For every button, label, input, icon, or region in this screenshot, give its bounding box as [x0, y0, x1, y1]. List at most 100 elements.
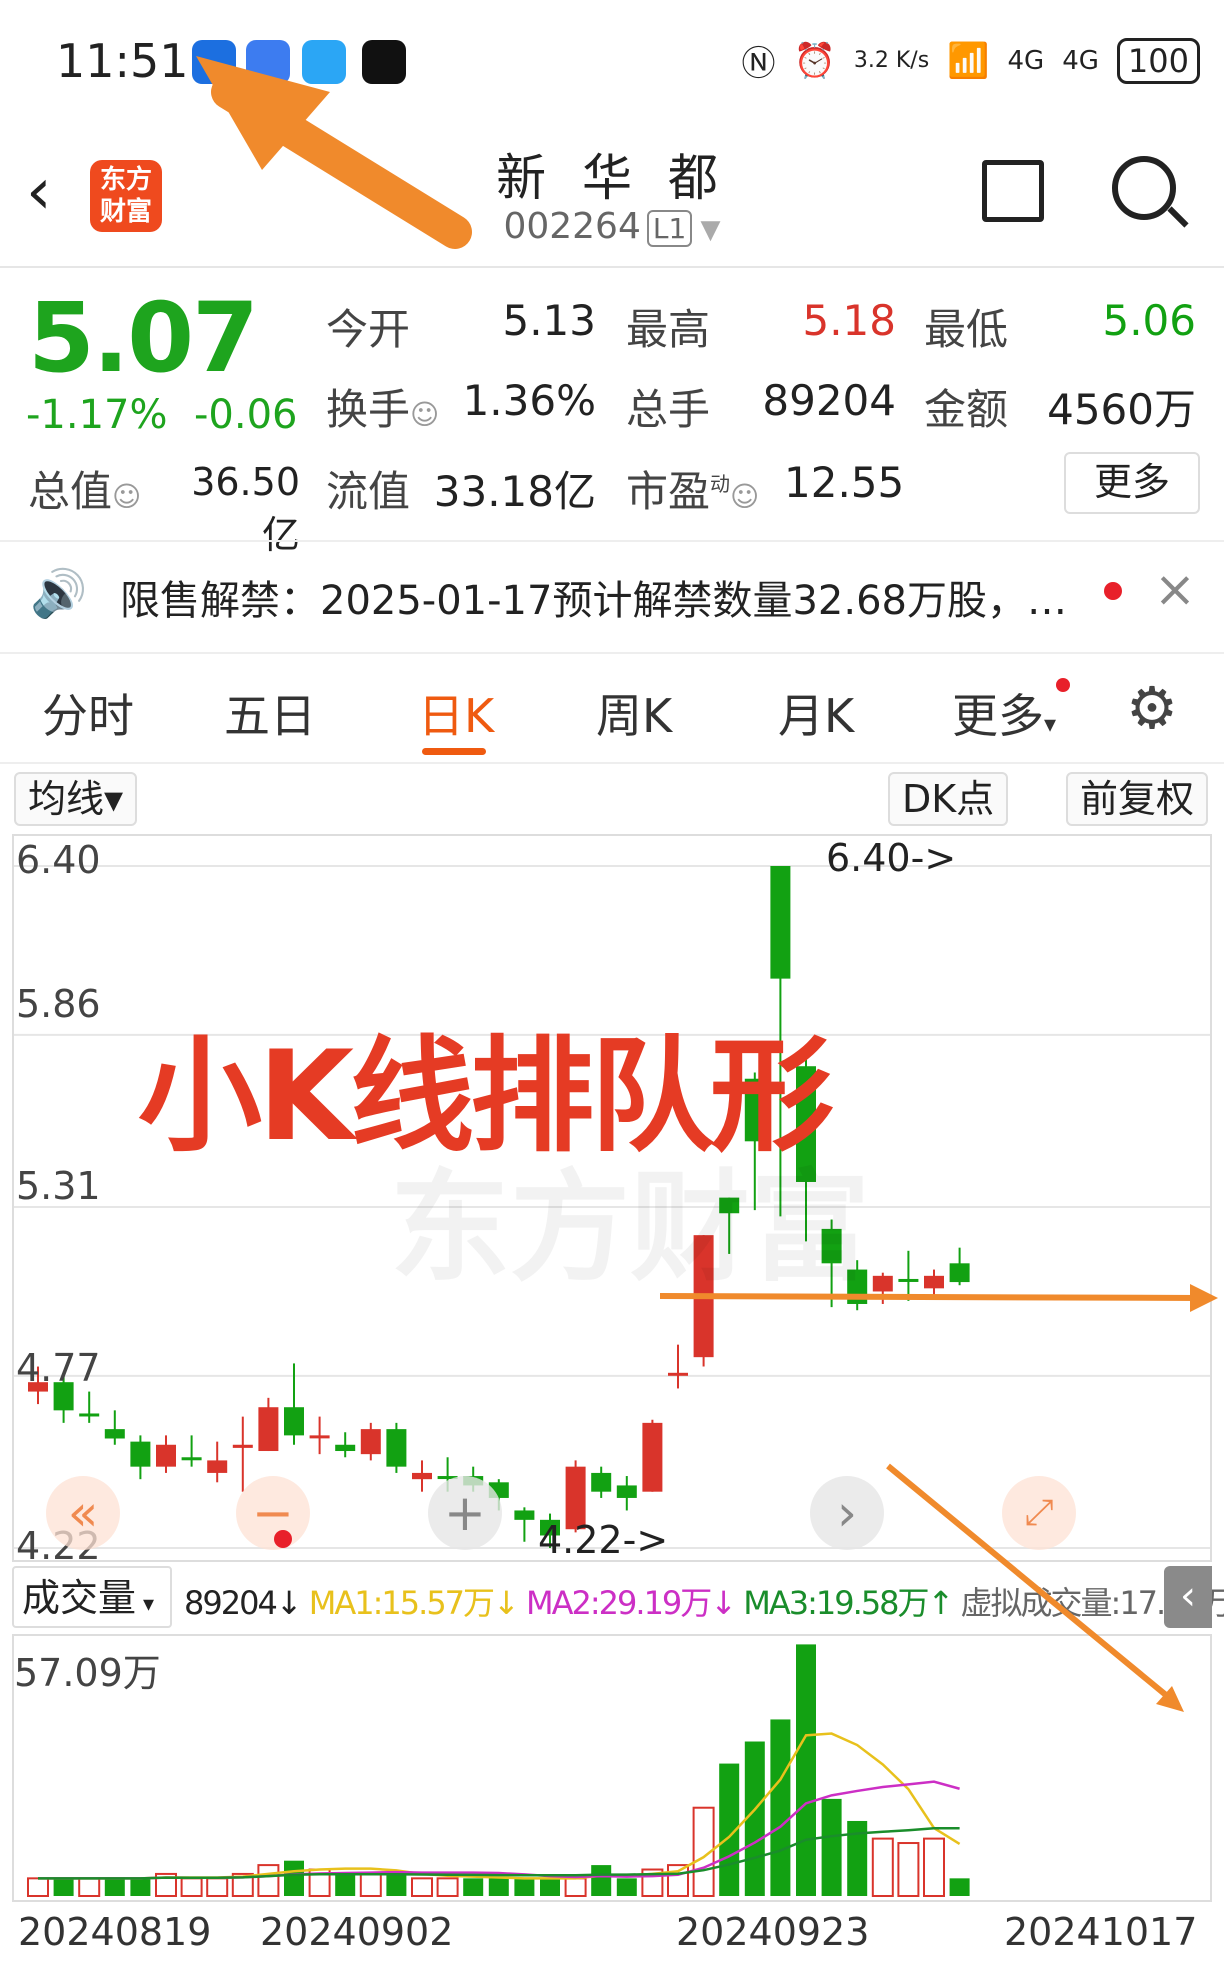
stock-header: ‹ 东方 财富 新 华 都 002264 L1 ▼ — [0, 130, 1224, 268]
more-button[interactable]: 更多 — [1064, 452, 1200, 514]
volume-bar — [796, 1644, 816, 1896]
candle-body — [181, 1457, 202, 1461]
volume-bar — [104, 1878, 125, 1896]
app-notification-icon — [192, 40, 236, 84]
volume-svg — [27, 1644, 970, 1898]
turnover-value: 1.36% — [462, 376, 596, 425]
signal-1: 4G — [1007, 45, 1045, 76]
volume-bar — [591, 1865, 612, 1896]
net-speed: 3.2 K/s — [853, 47, 930, 73]
scroll-left-icon[interactable]: « — [46, 1476, 120, 1550]
candle-body — [232, 1444, 253, 1448]
candle-body — [309, 1435, 330, 1439]
volume-bar — [897, 1842, 920, 1898]
share-icon[interactable] — [982, 160, 1044, 222]
unread-dot — [1104, 582, 1122, 600]
candle-body — [412, 1472, 432, 1480]
settings-gear-icon[interactable]: ⚙ — [1126, 674, 1178, 742]
pe-value: 12.55 — [784, 458, 905, 507]
nfc-icon: Ⓝ — [741, 44, 776, 84]
volume-bar — [257, 1864, 280, 1898]
zoom-out-icon[interactable]: − — [236, 1476, 310, 1550]
adjust-button[interactable]: 前复权 — [1066, 772, 1209, 826]
volume-bar — [463, 1878, 484, 1896]
pe-label: 市盈动☺ — [626, 467, 760, 516]
active-tab-indicator — [422, 748, 486, 755]
dk-point-button[interactable]: DK点 — [888, 772, 1009, 826]
fullscreen-icon[interactable]: ⤢ — [1002, 1476, 1076, 1550]
dropdown-icon: ▼ — [692, 215, 721, 245]
status-bar: 11:51 Ⓝ ⏰ 3.2 K/s 📶 4G 4G 100 — [0, 0, 1224, 120]
volume-legend: 成交量 ▾ 89204↓ MA1:15.57万↓ MA2:29.19万↓ MA3… — [12, 1566, 1224, 1630]
low-marker-label: 4.22-> — [538, 1518, 669, 1562]
volume-bar — [386, 1873, 407, 1896]
candle-body — [258, 1407, 279, 1452]
candle-body — [360, 1429, 381, 1455]
tab-five-day[interactable]: 五日 — [224, 680, 316, 746]
tab-intraday[interactable]: 分时 — [42, 680, 134, 746]
amount-value: 4560万 — [1047, 385, 1196, 434]
tab-daily-k[interactable]: 日K — [418, 680, 494, 746]
open-label: 今开 — [326, 305, 411, 354]
volume-label: 总手 — [626, 385, 711, 434]
scroll-right-icon[interactable]: › — [810, 1476, 884, 1550]
volume-bar — [770, 1719, 791, 1896]
volume-bar — [667, 1864, 689, 1898]
x-tick: 20240902 — [260, 1910, 454, 1954]
tab-monthly-k[interactable]: 月K — [778, 680, 854, 746]
wifi-icon: 📶 — [947, 40, 990, 81]
x-tick: 20240923 — [676, 1910, 870, 1954]
volume-bar — [78, 1877, 101, 1898]
volume-bar — [130, 1878, 151, 1896]
volume-bar — [436, 1877, 459, 1898]
mcap-label: 总值☺ — [28, 467, 142, 516]
candle-body — [770, 866, 791, 979]
close-icon[interactable]: × — [1154, 560, 1196, 618]
legend-line: 89204↓ MA1:15.57万↓ MA2:29.19万↓ MA3:19.58… — [184, 1584, 1224, 1622]
volume-bar — [411, 1877, 433, 1898]
ma-dropdown[interactable]: 均线▾ — [14, 772, 138, 826]
collapse-icon[interactable]: ‹ — [1164, 1566, 1212, 1628]
tab-weekly-k[interactable]: 周K — [596, 680, 672, 746]
clock: 11:51 — [56, 34, 189, 88]
high-value: 5.18 — [802, 296, 896, 345]
candle-body — [284, 1407, 304, 1436]
search-icon[interactable] — [1112, 156, 1176, 220]
zoom-dot — [274, 1530, 292, 1548]
volume-bar — [27, 1877, 49, 1898]
volume-bar — [514, 1878, 535, 1896]
candle-body — [872, 1275, 893, 1292]
low-value: 5.06 — [1102, 296, 1196, 345]
high-marker-label: 6.40-> — [826, 836, 957, 880]
app-notification-icon — [246, 40, 290, 84]
volume-bar — [923, 1837, 945, 1898]
candle-body — [335, 1444, 356, 1452]
alarm-icon: ⏰ — [793, 40, 836, 81]
lockup-notice[interactable]: 🔊 限售解禁：2025-01-17预计解禁数量32.68万股，… × — [0, 540, 1224, 654]
candle-body — [79, 1413, 100, 1417]
stock-code-text: 002264 — [503, 206, 641, 247]
x-tick: 20241017 — [1004, 1910, 1198, 1954]
candle-body — [642, 1422, 663, 1492]
change-percent: -1.17% — [26, 392, 168, 438]
tab-more[interactable]: 更多▾ — [952, 680, 1056, 746]
candle-body — [591, 1472, 612, 1492]
amount-label: 金额 — [924, 385, 1009, 434]
volume-bar — [616, 1878, 637, 1896]
zoom-in-icon[interactable]: + — [428, 1476, 502, 1550]
change-amount: -0.06 — [194, 392, 298, 438]
candle-body — [898, 1278, 919, 1282]
indicator-dropdown[interactable]: 成交量 ▾ — [12, 1566, 172, 1628]
volume-ma-line — [38, 1826, 960, 1880]
volume-chart[interactable] — [12, 1634, 1212, 1902]
candle-body — [156, 1444, 176, 1467]
volume-max-label: 57.09万 — [14, 1651, 161, 1695]
y-tick: 4.77 — [16, 1346, 101, 1390]
volume-bar — [359, 1872, 382, 1897]
candle-body — [924, 1275, 944, 1289]
y-tick: 5.31 — [16, 1164, 101, 1208]
candle-body — [616, 1485, 637, 1498]
volume-value: 89204 — [762, 376, 896, 425]
turnover-label: 换手☺ — [326, 385, 440, 434]
low-label: 最低 — [924, 305, 1009, 354]
